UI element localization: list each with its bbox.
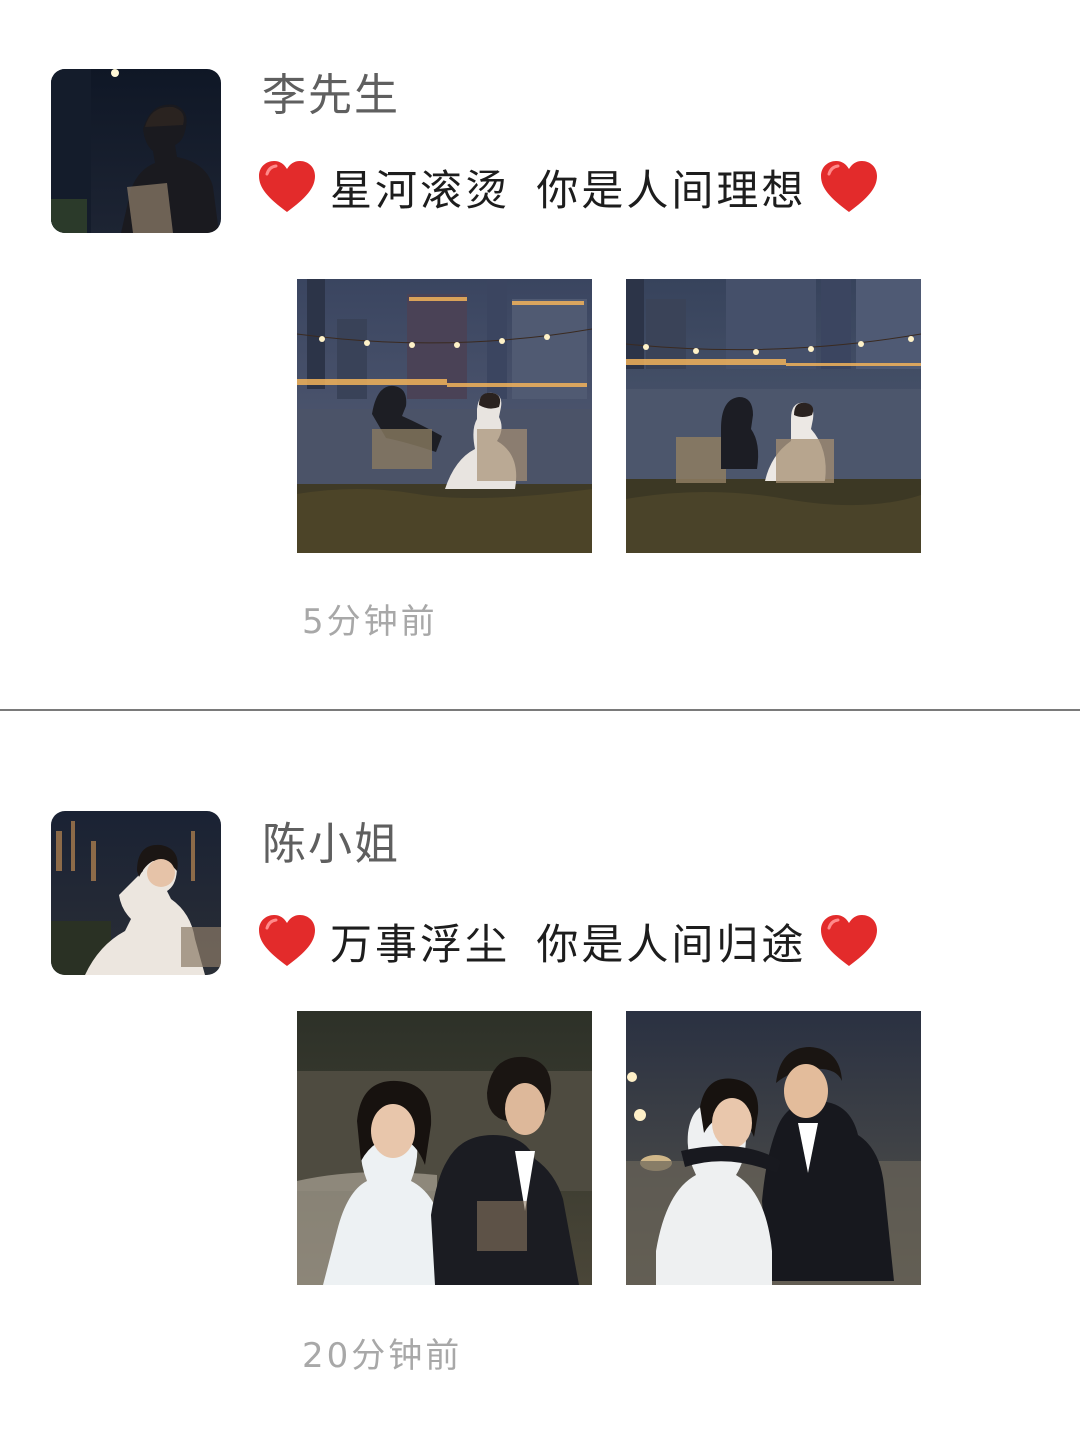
avatar[interactable] <box>51 69 221 233</box>
author-name[interactable]: 陈小姐 <box>262 817 400 873</box>
post-photo[interactable] <box>297 1011 592 1285</box>
woman-in-white-dress-avatar <box>51 811 221 975</box>
bride-groom-embracing-photo <box>626 1011 921 1285</box>
post-timestamp: 5分钟前 <box>302 602 438 642</box>
post-caption: 万事浮尘 你是人间归途 <box>258 911 878 971</box>
couple-seated-riverside-night-photo <box>297 279 592 553</box>
post-photo[interactable] <box>626 1011 921 1285</box>
caption-text: 星河滚烫 你是人间理想 <box>330 165 807 215</box>
couple-seated-riverside-night-photo <box>626 279 921 553</box>
bride-groom-smiling-photo <box>297 1011 592 1285</box>
post-photo[interactable] <box>626 279 921 553</box>
caption-text: 万事浮尘 你是人间归途 <box>330 919 807 969</box>
post-timestamp: 20分钟前 <box>302 1336 463 1376</box>
avatar[interactable] <box>51 811 221 975</box>
author-name[interactable]: 李先生 <box>262 68 400 124</box>
red-heart-icon <box>259 915 315 966</box>
red-heart-icon <box>821 915 878 966</box>
post-photo[interactable] <box>297 279 592 553</box>
man-silhouette-night-avatar <box>51 69 221 233</box>
post-caption: 星河滚烫 你是人间理想 <box>258 157 878 217</box>
red-heart-icon <box>259 161 315 212</box>
divider <box>0 709 1080 711</box>
red-heart-icon <box>821 161 878 212</box>
